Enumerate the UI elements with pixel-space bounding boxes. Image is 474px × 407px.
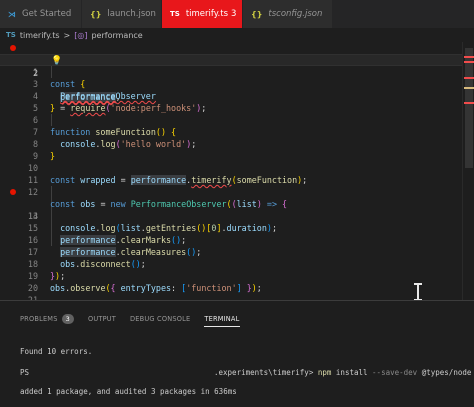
text-cursor-icon [414,283,422,301]
terminal-cmd-rest: install [331,368,373,377]
code-line: 12 const obs = new PerformanceObserver((… [27,187,288,209]
terminal-output-result: added 1 package, and audited 3 packages … [20,387,237,396]
tab-problem-count: 3 [231,9,237,19]
terminal-flag: --save-dev [372,368,418,377]
code-line: 19 obs.observe({ entryTypes: ['function'… [27,271,262,293]
bottom-panel: PROBLEMS 3 OUTPUT DEBUG CONSOLE TERMINAL… [0,300,474,407]
tab-output[interactable]: OUTPUT [88,315,116,323]
json-icon: {} [90,9,102,19]
code-line: 6 function someFunction() { [32,115,177,137]
code-line: 20 [27,283,38,293]
code-line: 18 }); [27,259,66,281]
terminal-prompt-ps: PS [20,368,30,377]
warning-marker [464,87,474,89]
code-line: 17 obs.disconnect(); [27,247,146,269]
code-line: 21 // A performance timeline entry will … [0,282,474,317]
breadcrumb-symbol[interactable]: performance [91,31,142,40]
scrollbar-thumb[interactable] [465,48,473,168]
variable-symbol-icon: [◎] [74,30,88,40]
terminal-output-errors: Found 10 errors. [20,347,93,356]
breadcrumb: TS timerify.ts > [◎] performance [0,28,474,42]
ts-file-icon: TS [6,31,16,39]
terminal-cmd: npm [317,368,332,377]
code-line: 5 [32,103,38,113]
editor-scrollbar[interactable] [462,42,474,300]
tab-launch-json[interactable]: {} launch.json [82,0,162,28]
json-icon: {} [251,9,263,19]
error-marker [464,102,474,104]
code-line: 3 PerformanceObserver [32,79,156,101]
code-line: 1 const { [0,42,474,89]
terminal-pkg: @types/node [417,368,472,377]
tab-label: tsconfig.json [268,9,323,19]
breakpoint-icon[interactable] [10,189,16,195]
terminal-path: .experiments\timerify> [214,368,314,377]
tab-problems[interactable]: PROBLEMS 3 [20,314,74,324]
code-line: 13 console.log(list.getEntries()[0].dura… [0,186,474,233]
vscode-icon: ⋊ [8,9,16,19]
error-marker [464,56,474,58]
tab-label: Get Started [22,9,72,19]
code-line-current: 2 💡 performance, [0,54,474,102]
terminal-command-line[interactable]: .experiments\timerify> npm install --sav… [214,368,471,377]
tab-bar-filler [333,0,474,28]
tab-timerify-ts[interactable]: TS timerify.ts 3 × [162,0,250,28]
panel-tabs: PROBLEMS 3 OUTPUT DEBUG CONSOLE TERMINAL [20,311,240,327]
chevron-right-icon: > [63,30,71,40]
code-line: 16 performance.clearMeasures(); [27,235,202,257]
code-line: 10 const wrapped = performance.timerify(… [27,163,308,185]
code-line: 15 performance.clearMarks(); [27,223,187,245]
breakpoint-icon[interactable] [10,45,16,51]
breadcrumb-file[interactable]: timerify.ts [20,31,60,40]
tab-label: launch.json [107,9,156,19]
error-marker [464,77,474,79]
editor-tab-bar: ⋊ Get Started {} launch.json TS timerify… [0,0,474,28]
tab-label: timerify.ts [185,9,229,19]
code-line: 14 [27,211,38,221]
code-line: 11 [27,175,38,185]
code-line: 8 } [32,139,56,161]
tab-debug-console[interactable]: DEBUG CONSOLE [130,315,190,323]
ts-icon: TS [170,10,180,18]
error-marker [464,61,474,63]
code-line: 9 [32,151,38,161]
code-line: 7 console.log('hello world'); [32,127,197,149]
code-editor[interactable]: 1 const { 2 💡 performance, 3 Performance… [0,42,474,317]
problems-count-badge: 3 [61,314,74,324]
tab-get-started[interactable]: ⋊ Get Started [0,0,82,28]
code-line: 4 } = require('node:perf_hooks'); [32,91,207,113]
tab-tsconfig-json[interactable]: {} tsconfig.json [243,0,333,28]
tab-terminal[interactable]: TERMINAL [204,315,240,327]
